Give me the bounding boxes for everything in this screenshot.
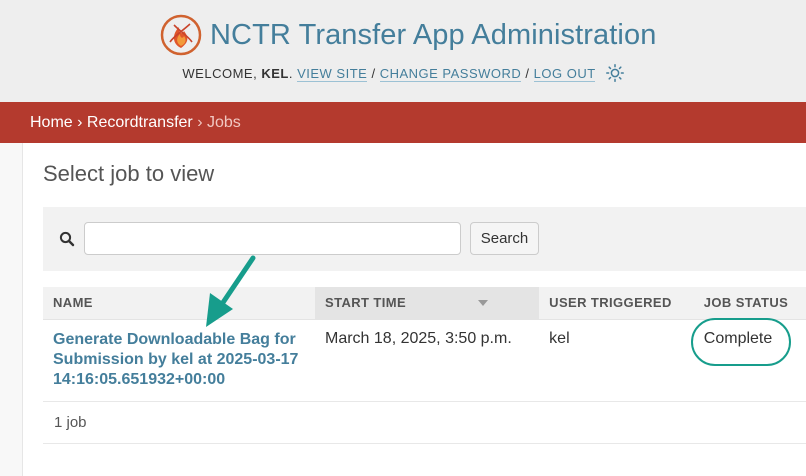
log-out-link[interactable]: LOG OUT xyxy=(533,66,596,82)
highlight-circle xyxy=(690,317,791,366)
search-toolbar: Search xyxy=(43,207,806,271)
user-triggered-cell: kel xyxy=(539,319,694,402)
search-input[interactable] xyxy=(84,222,461,255)
job-name-cell: Generate Downloadable Bag for Submission… xyxy=(43,319,315,402)
column-header-name[interactable]: NAME xyxy=(43,287,315,320)
sun-icon[interactable] xyxy=(605,64,624,82)
user-tools: WELCOME, KEL. VIEW SITE / CHANGE PASSWOR… xyxy=(0,64,806,82)
breadcrumb: Home › Recordtransfer › Jobs xyxy=(0,102,806,143)
search-button[interactable]: Search xyxy=(470,222,539,255)
job-status-text: Complete xyxy=(690,317,791,366)
separator: / xyxy=(371,66,376,81)
main-content: Select job to view Search NAME START TIM… xyxy=(22,143,806,476)
breadcrumb-recordtransfer[interactable]: Recordtransfer xyxy=(87,114,193,131)
column-header-user-triggered[interactable]: USER TRIGGERED xyxy=(539,287,694,320)
search-icon xyxy=(59,231,75,247)
username: KEL xyxy=(261,66,289,81)
jobs-table: NAME START TIME USER TRIGGERED JOB STATU… xyxy=(43,287,806,402)
sort-descending-icon[interactable] xyxy=(478,300,489,307)
flame-logo-icon xyxy=(160,14,202,56)
separator: / xyxy=(525,66,530,81)
column-header-start-time[interactable]: START TIME xyxy=(315,287,540,320)
start-time-cell: March 18, 2025, 3:50 p.m. xyxy=(315,319,540,402)
site-title[interactable]: NCTR Transfer App Administration xyxy=(210,19,656,52)
table-row: Generate Downloadable Bag for Submission… xyxy=(43,317,806,402)
breadcrumb-separator: › xyxy=(77,114,83,131)
site-brand[interactable]: NCTR Transfer App Administration xyxy=(160,14,656,56)
page-title: Select job to view xyxy=(43,161,215,186)
column-header-job-status[interactable]: JOB STATUS xyxy=(693,287,806,320)
breadcrumb-home[interactable]: Home xyxy=(30,114,73,131)
view-site-link[interactable]: VIEW SITE xyxy=(297,66,368,82)
site-header: NCTR Transfer App Administration WELCOME… xyxy=(0,0,806,102)
paginator: 1 job xyxy=(43,401,806,444)
change-password-link[interactable]: CHANGE PASSWORD xyxy=(379,66,522,82)
welcome-text: WELCOME, xyxy=(182,66,258,81)
breadcrumb-separator: › xyxy=(197,114,203,131)
breadcrumb-current: Jobs xyxy=(206,114,241,131)
job-link[interactable]: Generate Downloadable Bag for Submission… xyxy=(53,330,305,390)
table-header-row: NAME START TIME USER TRIGGERED JOB STATU… xyxy=(43,287,806,320)
job-status-cell: Complete xyxy=(690,317,806,402)
